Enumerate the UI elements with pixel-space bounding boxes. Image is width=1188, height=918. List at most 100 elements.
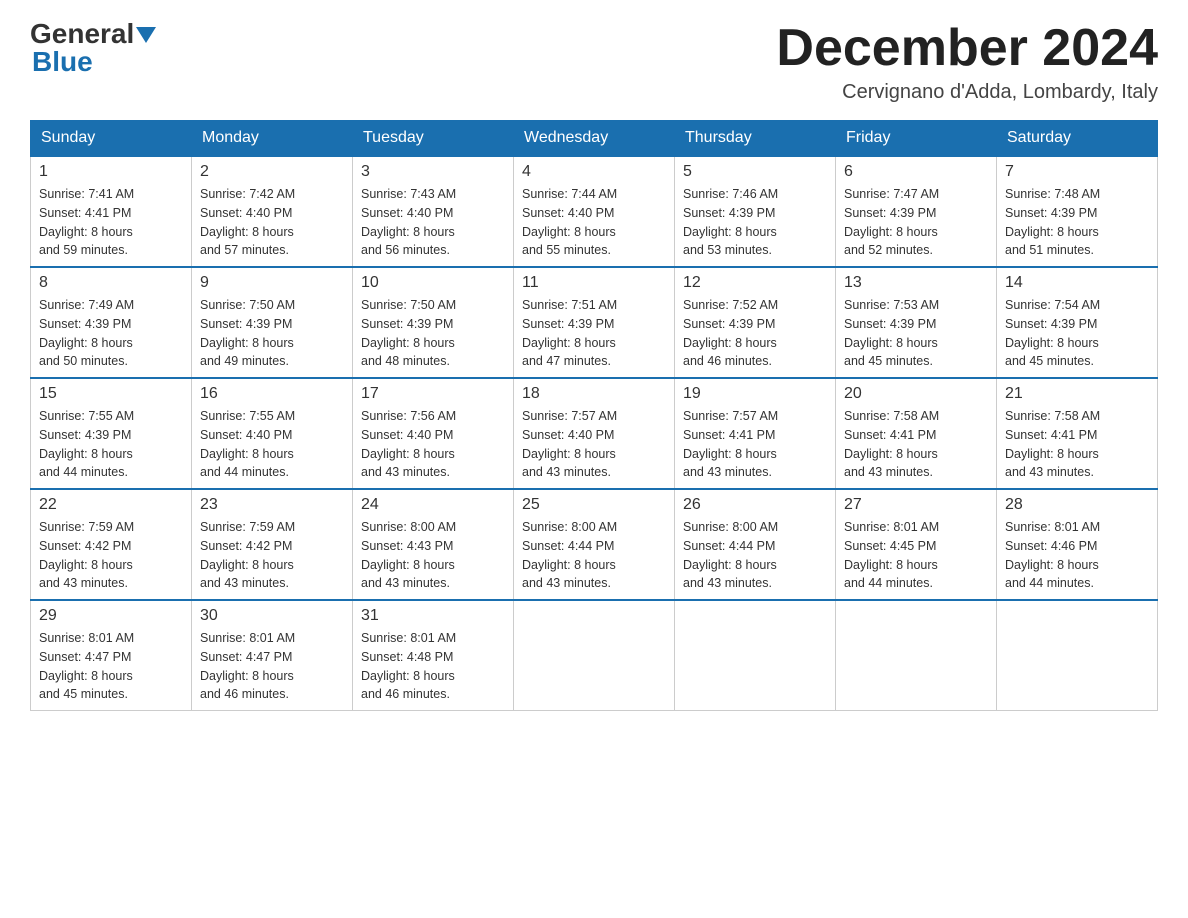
table-row: 24 Sunrise: 8:00 AMSunset: 4:43 PMDaylig… [353, 489, 514, 600]
day-number: 26 [683, 496, 827, 514]
day-number: 17 [361, 385, 505, 403]
day-info: Sunrise: 7:50 AMSunset: 4:39 PMDaylight:… [200, 296, 344, 371]
day-info: Sunrise: 7:46 AMSunset: 4:39 PMDaylight:… [683, 185, 827, 260]
day-number: 27 [844, 496, 988, 514]
col-sunday: Sunday [31, 121, 192, 157]
table-row: 14 Sunrise: 7:54 AMSunset: 4:39 PMDaylig… [997, 267, 1158, 378]
day-number: 31 [361, 607, 505, 625]
day-number: 6 [844, 163, 988, 181]
day-info: Sunrise: 7:41 AMSunset: 4:41 PMDaylight:… [39, 185, 183, 260]
logo-general-text: General [30, 20, 134, 48]
table-row: 30 Sunrise: 8:01 AMSunset: 4:47 PMDaylig… [192, 600, 353, 711]
month-title: December 2024 [776, 20, 1158, 77]
table-row: 29 Sunrise: 8:01 AMSunset: 4:47 PMDaylig… [31, 600, 192, 711]
day-info: Sunrise: 7:54 AMSunset: 4:39 PMDaylight:… [1005, 296, 1149, 371]
table-row: 9 Sunrise: 7:50 AMSunset: 4:39 PMDayligh… [192, 267, 353, 378]
col-tuesday: Tuesday [353, 121, 514, 157]
table-row: 28 Sunrise: 8:01 AMSunset: 4:46 PMDaylig… [997, 489, 1158, 600]
day-info: Sunrise: 7:58 AMSunset: 4:41 PMDaylight:… [1005, 407, 1149, 482]
table-row: 26 Sunrise: 8:00 AMSunset: 4:44 PMDaylig… [675, 489, 836, 600]
table-row: 27 Sunrise: 8:01 AMSunset: 4:45 PMDaylig… [836, 489, 997, 600]
day-number: 16 [200, 385, 344, 403]
table-row: 15 Sunrise: 7:55 AMSunset: 4:39 PMDaylig… [31, 378, 192, 489]
table-row: 17 Sunrise: 7:56 AMSunset: 4:40 PMDaylig… [353, 378, 514, 489]
day-info: Sunrise: 8:01 AMSunset: 4:47 PMDaylight:… [200, 629, 344, 704]
day-number: 11 [522, 274, 666, 292]
day-info: Sunrise: 7:53 AMSunset: 4:39 PMDaylight:… [844, 296, 988, 371]
day-info: Sunrise: 7:52 AMSunset: 4:39 PMDaylight:… [683, 296, 827, 371]
day-number: 21 [1005, 385, 1149, 403]
day-info: Sunrise: 7:48 AMSunset: 4:39 PMDaylight:… [1005, 185, 1149, 260]
day-number: 14 [1005, 274, 1149, 292]
logo-triangle-icon [136, 27, 156, 43]
day-number: 7 [1005, 163, 1149, 181]
day-info: Sunrise: 7:42 AMSunset: 4:40 PMDaylight:… [200, 185, 344, 260]
day-number: 28 [1005, 496, 1149, 514]
logo-blue-text: Blue [32, 46, 93, 77]
day-number: 19 [683, 385, 827, 403]
day-number: 5 [683, 163, 827, 181]
day-info: Sunrise: 7:43 AMSunset: 4:40 PMDaylight:… [361, 185, 505, 260]
day-number: 15 [39, 385, 183, 403]
title-block: December 2024 Cervignano d'Adda, Lombard… [776, 20, 1158, 104]
col-wednesday: Wednesday [514, 121, 675, 157]
calendar-week-row: 15 Sunrise: 7:55 AMSunset: 4:39 PMDaylig… [31, 378, 1158, 489]
table-row [675, 600, 836, 711]
table-row: 13 Sunrise: 7:53 AMSunset: 4:39 PMDaylig… [836, 267, 997, 378]
col-saturday: Saturday [997, 121, 1158, 157]
day-number: 8 [39, 274, 183, 292]
col-friday: Friday [836, 121, 997, 157]
table-row: 16 Sunrise: 7:55 AMSunset: 4:40 PMDaylig… [192, 378, 353, 489]
calendar-week-row: 8 Sunrise: 7:49 AMSunset: 4:39 PMDayligh… [31, 267, 1158, 378]
table-row: 4 Sunrise: 7:44 AMSunset: 4:40 PMDayligh… [514, 156, 675, 267]
day-number: 4 [522, 163, 666, 181]
table-row: 19 Sunrise: 7:57 AMSunset: 4:41 PMDaylig… [675, 378, 836, 489]
day-info: Sunrise: 7:59 AMSunset: 4:42 PMDaylight:… [39, 518, 183, 593]
day-number: 10 [361, 274, 505, 292]
table-row: 8 Sunrise: 7:49 AMSunset: 4:39 PMDayligh… [31, 267, 192, 378]
day-info: Sunrise: 7:59 AMSunset: 4:42 PMDaylight:… [200, 518, 344, 593]
table-row: 5 Sunrise: 7:46 AMSunset: 4:39 PMDayligh… [675, 156, 836, 267]
table-row: 10 Sunrise: 7:50 AMSunset: 4:39 PMDaylig… [353, 267, 514, 378]
day-number: 29 [39, 607, 183, 625]
day-number: 23 [200, 496, 344, 514]
day-info: Sunrise: 7:44 AMSunset: 4:40 PMDaylight:… [522, 185, 666, 260]
day-info: Sunrise: 7:50 AMSunset: 4:39 PMDaylight:… [361, 296, 505, 371]
day-info: Sunrise: 7:51 AMSunset: 4:39 PMDaylight:… [522, 296, 666, 371]
table-row: 23 Sunrise: 7:59 AMSunset: 4:42 PMDaylig… [192, 489, 353, 600]
table-row [836, 600, 997, 711]
day-info: Sunrise: 8:01 AMSunset: 4:45 PMDaylight:… [844, 518, 988, 593]
day-info: Sunrise: 7:57 AMSunset: 4:40 PMDaylight:… [522, 407, 666, 482]
calendar-table: Sunday Monday Tuesday Wednesday Thursday… [30, 120, 1158, 711]
day-info: Sunrise: 7:57 AMSunset: 4:41 PMDaylight:… [683, 407, 827, 482]
table-row: 1 Sunrise: 7:41 AMSunset: 4:41 PMDayligh… [31, 156, 192, 267]
table-row: 25 Sunrise: 8:00 AMSunset: 4:44 PMDaylig… [514, 489, 675, 600]
day-info: Sunrise: 7:55 AMSunset: 4:39 PMDaylight:… [39, 407, 183, 482]
day-number: 13 [844, 274, 988, 292]
day-info: Sunrise: 8:00 AMSunset: 4:44 PMDaylight:… [522, 518, 666, 593]
table-row: 6 Sunrise: 7:47 AMSunset: 4:39 PMDayligh… [836, 156, 997, 267]
day-number: 22 [39, 496, 183, 514]
day-number: 1 [39, 163, 183, 181]
table-row: 7 Sunrise: 7:48 AMSunset: 4:39 PMDayligh… [997, 156, 1158, 267]
day-number: 24 [361, 496, 505, 514]
table-row [997, 600, 1158, 711]
day-number: 25 [522, 496, 666, 514]
calendar-week-row: 1 Sunrise: 7:41 AMSunset: 4:41 PMDayligh… [31, 156, 1158, 267]
table-row: 2 Sunrise: 7:42 AMSunset: 4:40 PMDayligh… [192, 156, 353, 267]
day-info: Sunrise: 7:55 AMSunset: 4:40 PMDaylight:… [200, 407, 344, 482]
page-header: General Blue December 2024 Cervignano d'… [30, 20, 1158, 104]
table-row [514, 600, 675, 711]
day-info: Sunrise: 8:01 AMSunset: 4:46 PMDaylight:… [1005, 518, 1149, 593]
table-row: 22 Sunrise: 7:59 AMSunset: 4:42 PMDaylig… [31, 489, 192, 600]
table-row: 31 Sunrise: 8:01 AMSunset: 4:48 PMDaylig… [353, 600, 514, 711]
day-info: Sunrise: 7:47 AMSunset: 4:39 PMDaylight:… [844, 185, 988, 260]
day-info: Sunrise: 8:00 AMSunset: 4:43 PMDaylight:… [361, 518, 505, 593]
table-row: 11 Sunrise: 7:51 AMSunset: 4:39 PMDaylig… [514, 267, 675, 378]
day-number: 3 [361, 163, 505, 181]
day-info: Sunrise: 8:01 AMSunset: 4:47 PMDaylight:… [39, 629, 183, 704]
day-number: 18 [522, 385, 666, 403]
day-number: 2 [200, 163, 344, 181]
day-number: 20 [844, 385, 988, 403]
calendar-week-row: 29 Sunrise: 8:01 AMSunset: 4:47 PMDaylig… [31, 600, 1158, 711]
